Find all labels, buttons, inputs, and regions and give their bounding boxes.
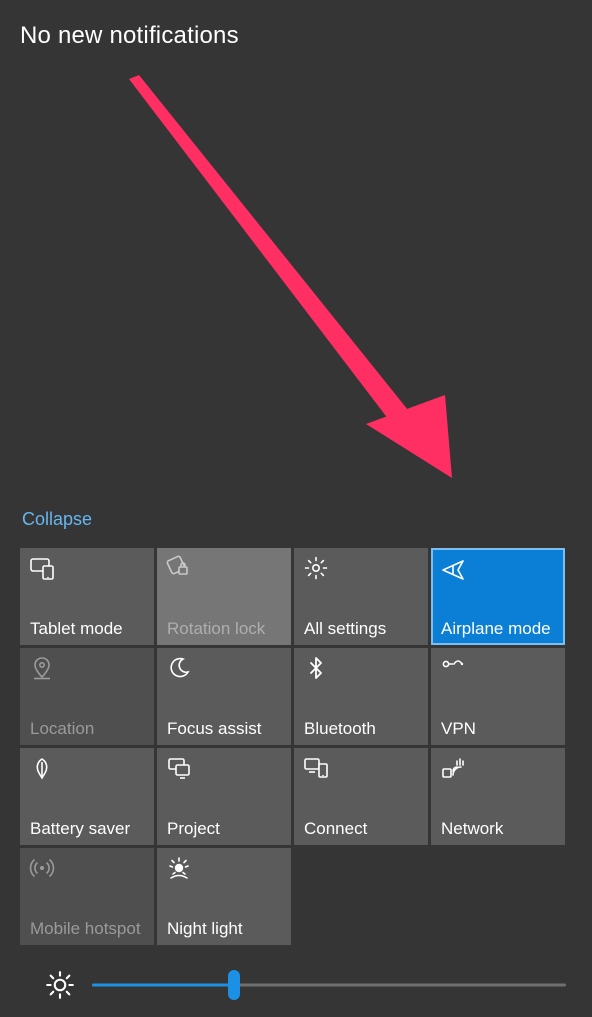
tile-label: Focus assist <box>167 720 283 739</box>
tile-label: Night light <box>167 920 283 939</box>
bluetooth-icon <box>304 656 328 680</box>
tile-vpn[interactable]: VPN <box>431 648 565 745</box>
tile-bluetooth[interactable]: Bluetooth <box>294 648 428 745</box>
tile-airplane-mode[interactable]: Airplane mode <box>431 548 565 645</box>
project-icon <box>167 756 191 780</box>
tile-network[interactable]: Network <box>431 748 565 845</box>
slider-thumb[interactable] <box>228 970 240 1000</box>
tile-location[interactable]: Location <box>20 648 154 745</box>
brightness-sun-icon <box>46 971 74 999</box>
hotspot-icon <box>30 856 54 880</box>
tile-label: Bluetooth <box>304 720 420 739</box>
tile-label: Airplane mode <box>441 620 557 639</box>
airplane-icon <box>441 556 465 580</box>
leaf-icon <box>30 756 54 780</box>
night-light-icon <box>167 856 191 880</box>
connect-icon <box>304 756 328 780</box>
location-icon <box>30 656 54 680</box>
tile-label: Mobile hotspot <box>30 920 146 939</box>
tile-project[interactable]: Project <box>157 748 291 845</box>
tile-label: VPN <box>441 720 557 739</box>
tile-label: Rotation lock <box>167 620 283 639</box>
tile-label: Network <box>441 820 557 839</box>
moon-icon <box>167 656 191 680</box>
vpn-icon <box>441 656 465 680</box>
tile-label: Connect <box>304 820 420 839</box>
tile-mobile-hotspot[interactable]: Mobile hotspot <box>20 848 154 945</box>
tile-tablet-mode[interactable]: Tablet mode <box>20 548 154 645</box>
tile-rotation-lock[interactable]: Rotation lock <box>157 548 291 645</box>
quick-action-tiles: Tablet mode Rotation lock <box>20 548 572 945</box>
tile-night-light[interactable]: Night light <box>157 848 291 945</box>
tile-focus-assist[interactable]: Focus assist <box>157 648 291 745</box>
slider-fill <box>92 984 234 987</box>
tile-label: Location <box>30 720 146 739</box>
action-center-panel: No new notifications Collapse Tablet mod… <box>0 0 592 1017</box>
tile-label: All settings <box>304 620 420 639</box>
tile-label: Tablet mode <box>30 620 146 639</box>
tile-connect[interactable]: Connect <box>294 748 428 845</box>
collapse-link[interactable]: Collapse <box>22 509 92 530</box>
tile-label: Project <box>167 820 283 839</box>
network-icon <box>441 756 465 780</box>
tile-battery-saver[interactable]: Battery saver <box>20 748 154 845</box>
tile-all-settings[interactable]: All settings <box>294 548 428 645</box>
brightness-control <box>46 971 566 999</box>
rotation-lock-icon <box>167 556 191 580</box>
notifications-empty-area <box>20 50 572 509</box>
brightness-slider[interactable] <box>92 973 566 997</box>
settings-gear-icon <box>304 556 328 580</box>
notifications-header: No new notifications <box>20 22 572 50</box>
tablet-mode-icon <box>30 556 54 580</box>
tile-label: Battery saver <box>30 820 146 839</box>
